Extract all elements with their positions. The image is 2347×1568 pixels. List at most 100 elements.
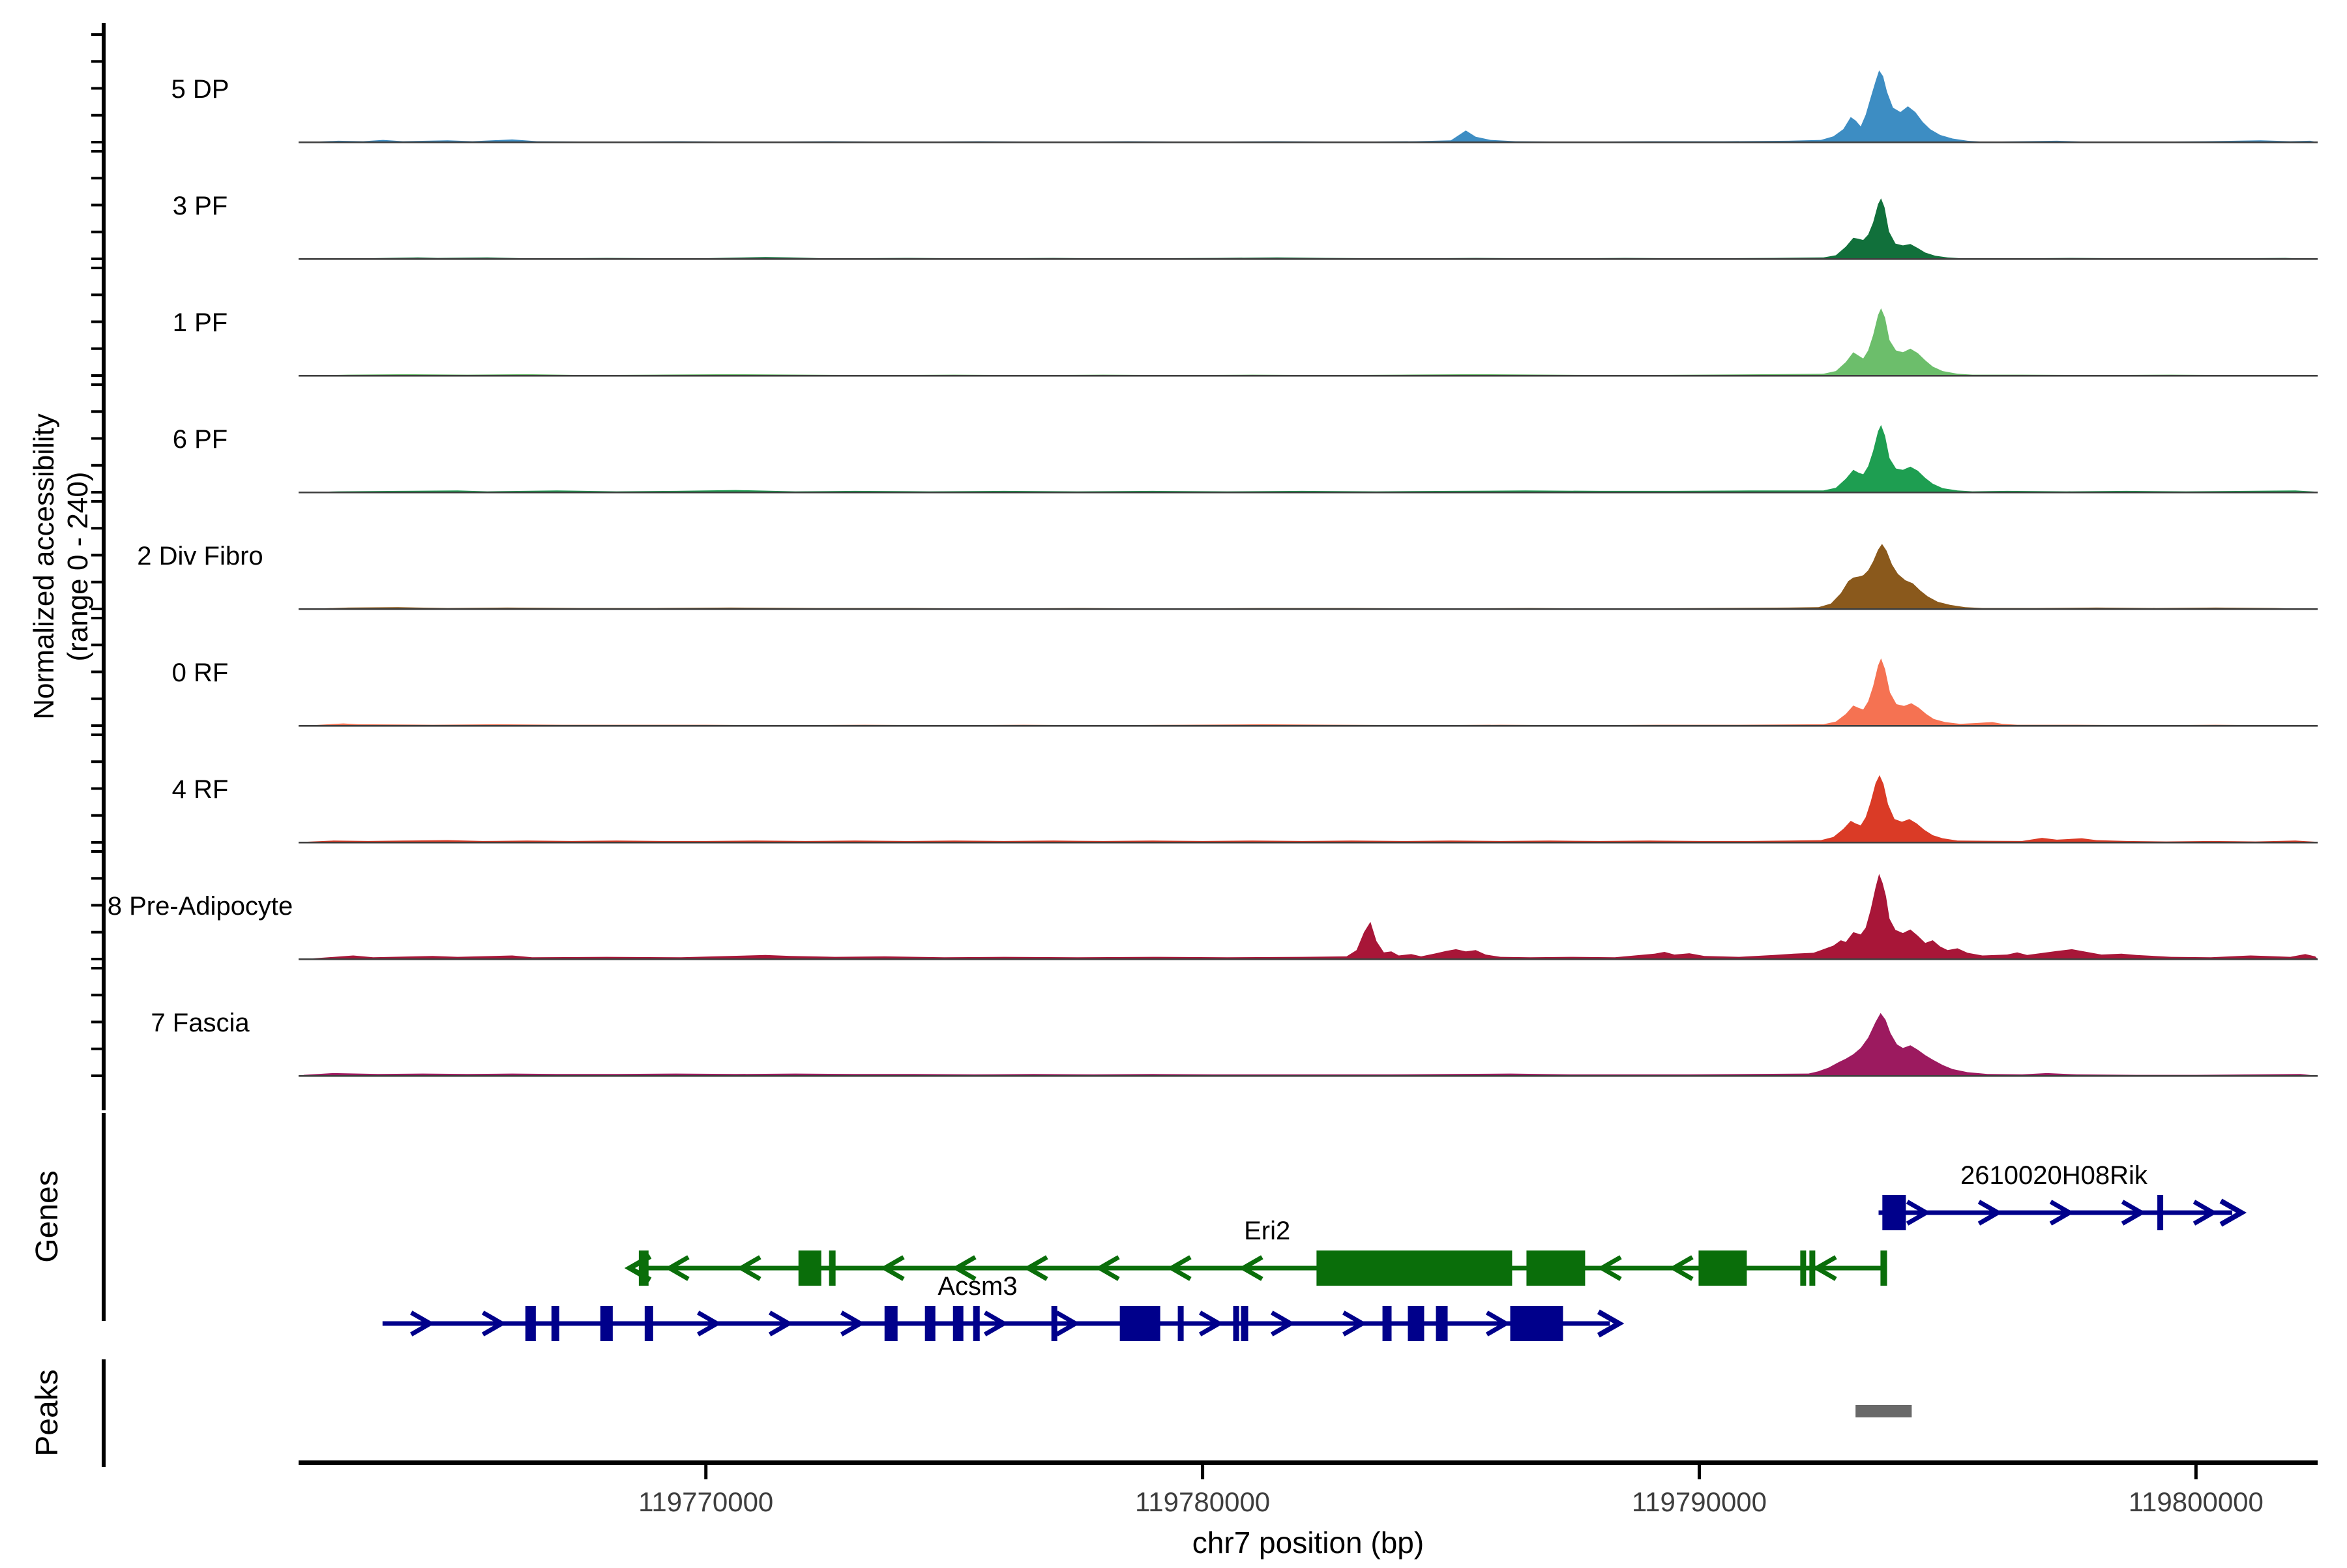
track-area-6-pf (304, 425, 2318, 492)
gene-eri2-exon (1316, 1250, 1512, 1286)
y-tick (91, 1048, 102, 1050)
gene-2610020h08rik-exon (1882, 1195, 1906, 1230)
y-tick (91, 967, 102, 969)
genes-axis-bar (102, 1113, 106, 1321)
x-axis-tick (1698, 1465, 1701, 1479)
track-baseline-5-dp (299, 141, 2318, 143)
track-label-1-pf: 1 PF (173, 308, 228, 337)
gene-acsm3-exon (525, 1306, 536, 1341)
y-tick (91, 1074, 102, 1077)
track-area-7-fascia (304, 1013, 2318, 1076)
gene-acsm3-exon (1233, 1306, 1239, 1341)
track-baseline-2-div-fibro (299, 608, 2318, 610)
track-area-2-div-fibro (304, 544, 2318, 609)
gene-acsm3-exon (973, 1306, 980, 1341)
gene-acsm3-exon (1436, 1306, 1448, 1341)
gene-acsm3-exon (600, 1306, 613, 1341)
track-baseline-0-rf (299, 725, 2318, 727)
gene-eri2-exon (1698, 1250, 1747, 1286)
x-axis-tick (1201, 1465, 1204, 1479)
y-tick (91, 114, 102, 117)
y-axis-title-line2: (range 0 - 240) (62, 471, 94, 661)
gene-eri2-label: Eri2 (1244, 1217, 1290, 1245)
x-tick-label: 119780000 (1135, 1487, 1270, 1517)
y-tick (91, 608, 102, 610)
gene-eri2-exon (829, 1250, 836, 1286)
y-tick (91, 464, 102, 467)
y-tick (91, 321, 102, 323)
y-tick (91, 554, 102, 557)
gene-acsm3-exon (885, 1306, 898, 1341)
y-tick (91, 671, 102, 673)
y-tick (91, 258, 102, 260)
genes-section-label: Genes (30, 1170, 65, 1262)
gene-acsm3-exon (1120, 1306, 1160, 1341)
peak-bar (1855, 1405, 1912, 1417)
gene-acsm3-label: Acsm3 (937, 1272, 1017, 1301)
x-tick-label: 119790000 (1632, 1487, 1767, 1517)
y-tick (91, 60, 102, 63)
track-baseline-1-pf (299, 375, 2318, 377)
y-tick (91, 383, 102, 386)
track-label-3-pf: 3 PF (173, 192, 228, 220)
y-tick (91, 374, 102, 377)
track-area-5-dp (304, 70, 2318, 142)
x-tick-label: 119800000 (2129, 1487, 2264, 1517)
gene-acsm3-exon (1052, 1306, 1057, 1341)
y-tick (91, 698, 102, 700)
y-tick (91, 760, 102, 763)
gene-eri2-exon (639, 1250, 649, 1286)
x-axis-line (299, 1460, 2318, 1465)
y-tick (91, 500, 102, 503)
gene-2610020h08rik-exon (2157, 1195, 2163, 1230)
y-tick (91, 1021, 102, 1024)
x-tick-label: 119770000 (638, 1487, 773, 1517)
gene-acsm3-exon (1178, 1306, 1184, 1341)
y-tick (91, 617, 102, 619)
y-tick (91, 527, 102, 529)
track-baseline-3-pf (299, 258, 2318, 260)
gene-acsm3-exon (925, 1306, 936, 1341)
track-baseline-7-fascia (299, 1075, 2318, 1077)
track-label-8-pre-adipocyte: 8 Pre-Adipocyte (108, 892, 293, 921)
gene-acsm3-body (383, 1322, 1610, 1326)
y-tick (91, 267, 102, 269)
y-tick (91, 87, 102, 90)
y-tick (91, 348, 102, 350)
coverage-plot-figure: Normalized accessibility(range 0 - 240) 5… (0, 0, 2347, 1565)
y-axis-title-line1: Normalized accessibility (28, 413, 60, 719)
gene-eri2-exon (1526, 1250, 1585, 1286)
gene-eri2-exon (1809, 1250, 1815, 1286)
track-area-4-rf (304, 775, 2318, 842)
y-tick (91, 491, 102, 494)
gene-acsm3-exon (1408, 1306, 1424, 1341)
y-tick (91, 141, 102, 143)
track-label-0-rf: 0 RF (172, 658, 229, 687)
y-tick (91, 204, 102, 207)
y-tick (91, 904, 102, 907)
y-tick (91, 877, 102, 880)
y-tick (91, 410, 102, 413)
track-baseline-8-pre-adipocyte (299, 958, 2318, 960)
accessibility-axis-bar (102, 23, 106, 1110)
gene-acsm3-exon (1241, 1306, 1248, 1341)
y-tick (91, 788, 102, 790)
track-label-5-dp: 5 DP (171, 75, 229, 104)
gene-acsm3-exon (645, 1306, 653, 1341)
y-tick (91, 177, 102, 179)
gene-2610020h08rik-body (1879, 1211, 2232, 1215)
y-tick (91, 33, 102, 36)
x-axis-tick (2194, 1465, 2198, 1479)
gene-acsm3-exon (552, 1306, 559, 1341)
track-label-6-pf: 6 PF (173, 425, 228, 454)
y-tick (91, 850, 102, 853)
track-area-3-pf (304, 198, 2318, 259)
track-baseline-4-rf (299, 842, 2318, 844)
y-tick (91, 958, 102, 960)
gene-eri2-exon (799, 1250, 821, 1286)
track-label-4-rf: 4 RF (172, 775, 229, 804)
y-tick (91, 293, 102, 296)
peaks-axis-bar (102, 1359, 106, 1467)
peaks-section-label: Peaks (30, 1369, 65, 1456)
plot-canvas: Normalized accessibility(range 0 - 240) 5… (0, 0, 2347, 1565)
